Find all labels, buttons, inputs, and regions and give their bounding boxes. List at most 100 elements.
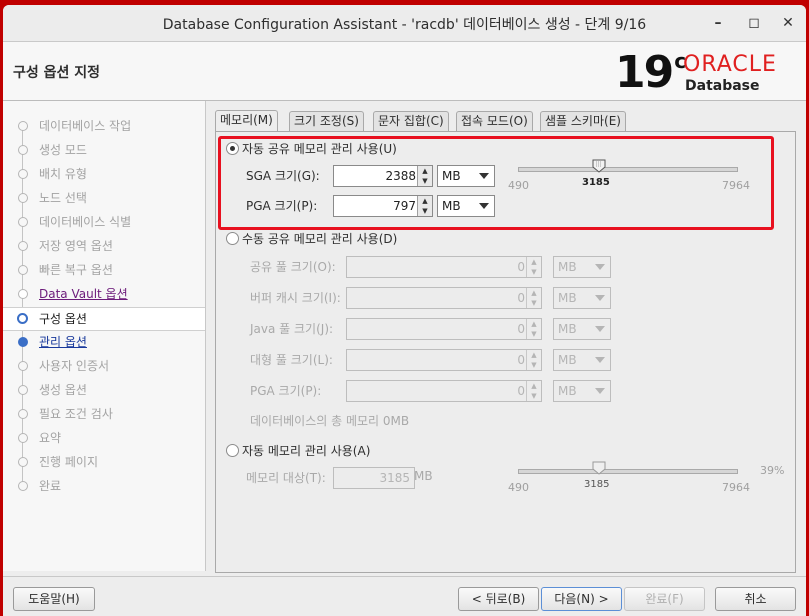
sidebar-step-label: 진행 페이지	[39, 455, 99, 469]
manual-shared-memory-label: 수동 공유 메모리 관리 사용(D)	[242, 232, 398, 246]
tab-label: 문자 집합(C)	[378, 114, 444, 128]
chevron-down-icon	[595, 264, 605, 270]
cancel-button[interactable]: 취소	[715, 587, 796, 611]
sidebar-step-label: 관리 옵션	[39, 335, 87, 349]
memory-percent-label: 39%	[760, 464, 785, 477]
sidebar-step-label: 생성 모드	[39, 143, 87, 157]
tab-sizing[interactable]: 크기 조정(S)	[289, 111, 364, 131]
tab-label: 메모리(M)	[220, 113, 273, 127]
auto-memory-radio[interactable]	[226, 444, 239, 457]
unit-value: MB	[558, 353, 577, 367]
chevron-down-icon	[595, 326, 605, 332]
minimize-icon[interactable]: –	[706, 11, 730, 35]
sidebar-step-label: 요약	[39, 431, 62, 445]
maximize-icon[interactable]: ◻	[742, 11, 766, 35]
sidebar-step: 요약	[3, 427, 205, 449]
sidebar-step[interactable]: 구성 옵션	[3, 307, 205, 331]
page-title: 구성 옵션 지정	[13, 65, 101, 81]
sidebar-step: 빠른 복구 옵션	[3, 259, 205, 281]
memory-target-value: 3185	[379, 471, 410, 485]
back-button[interactable]: < 뒤로(B)	[458, 587, 539, 611]
step-indicator-icon	[18, 433, 28, 443]
sidebar-step-label: 배치 유형	[39, 167, 87, 181]
manual-field-unit-select: MB	[553, 256, 611, 278]
manual-field-unit-select: MB	[553, 287, 611, 309]
tab-character-sets[interactable]: 문자 집합(C)	[373, 111, 449, 131]
sidebar-step: 사용자 인증서	[3, 355, 205, 377]
tab-sample-schemas[interactable]: 샘플 스키마(E)	[540, 111, 626, 131]
manual-field-label: PGA 크기(P):	[250, 384, 322, 398]
manual-shared-memory-radio[interactable]	[226, 232, 239, 245]
sidebar-step-label: 필요 조건 검사	[39, 407, 113, 421]
step-indicator-icon	[18, 409, 28, 419]
dbca-window: Database Configuration Assistant - 'racd…	[3, 5, 806, 616]
manual-field-unit-select: MB	[553, 349, 611, 371]
spinner-arrows-icon: ▲ ▼	[526, 381, 541, 401]
auto-memory-slider	[518, 461, 738, 491]
memory-target-field: 3185	[333, 467, 415, 489]
sidebar-step: 필요 조건 검사	[3, 403, 205, 425]
memory-target-unit: MB	[414, 469, 433, 483]
highlight-box	[218, 136, 774, 230]
unit-value: MB	[558, 322, 577, 336]
step-indicator-icon	[18, 385, 28, 395]
auto-memory-label: 자동 메모리 관리 사용(A)	[242, 444, 371, 458]
step-indicator-icon	[18, 481, 28, 491]
tab-memory[interactable]: 메모리(M)	[215, 110, 278, 132]
manual-field-unit-select: MB	[553, 380, 611, 402]
manual-field-label: 대형 풀 크기(L):	[250, 353, 333, 367]
sidebar-step: 데이터베이스 식별	[3, 211, 205, 233]
step-indicator-icon	[18, 241, 28, 251]
sidebar-step[interactable]: Data Vault 옵션	[3, 283, 205, 305]
chevron-down-icon	[595, 295, 605, 301]
sidebar-step: 생성 옵션	[3, 379, 205, 401]
sidebar-step[interactable]: 관리 옵션	[3, 331, 205, 353]
manual-field-spinner: 0 ▲ ▼	[346, 287, 542, 309]
sidebar-step-label: Data Vault 옵션	[39, 287, 128, 301]
unit-value: MB	[558, 260, 577, 274]
finish-button: 완료(F)	[624, 587, 705, 611]
sidebar-step-label: 노드 선택	[39, 191, 87, 205]
slider-max-label: 7964	[722, 481, 750, 494]
sidebar-step: 노드 선택	[3, 187, 205, 209]
manual-field-spinner: 0 ▲ ▼	[346, 318, 542, 340]
step-indicator-icon	[18, 337, 28, 347]
tab-label: 접속 모드(O)	[461, 114, 528, 128]
spinner-arrows-icon: ▲ ▼	[526, 319, 541, 339]
spinner-arrows-icon: ▲ ▼	[526, 257, 541, 277]
chevron-down-icon	[595, 388, 605, 394]
step-indicator-icon	[18, 121, 28, 131]
help-button[interactable]: 도움말(H)	[13, 587, 95, 611]
sidebar-step-label: 구성 옵션	[39, 312, 87, 326]
next-button[interactable]: 다음(N) >	[541, 587, 622, 611]
chevron-down-icon	[595, 357, 605, 363]
slider-track	[518, 469, 738, 474]
tab-label: 샘플 스키마(E)	[545, 114, 621, 128]
tab-label: 크기 조정(S)	[294, 114, 359, 128]
sidebar-step: 데이터베이스 작업	[3, 115, 205, 137]
steps-sidebar: 데이터베이스 작업생성 모드배치 유형노드 선택데이터베이스 식별저장 영역 옵…	[3, 101, 206, 571]
sidebar-step-label: 사용자 인증서	[39, 359, 110, 373]
oracle-product: Database	[685, 78, 760, 94]
sidebar-step-label: 생성 옵션	[39, 383, 87, 397]
step-indicator-icon	[17, 313, 28, 324]
manual-field-spinner: 0 ▲ ▼	[346, 380, 542, 402]
unit-value: MB	[558, 291, 577, 305]
manual-field-label: 공유 풀 크기(O):	[250, 260, 336, 274]
step-indicator-icon	[18, 361, 28, 371]
bottom-bar: 도움말(H) < 뒤로(B) 다음(N) > 완료(F) 취소	[3, 576, 806, 616]
slider-min-label: 490	[508, 481, 529, 494]
close-icon[interactable]: ✕	[776, 11, 800, 35]
sidebar-step-label: 저장 영역 옵션	[39, 239, 113, 253]
step-indicator-icon	[18, 193, 28, 203]
step-indicator-icon	[18, 265, 28, 275]
total-memory-label: 데이터베이스의 총 메모리 0MB	[250, 414, 410, 428]
sidebar-step-label: 빠른 복구 옵션	[39, 263, 113, 277]
sidebar-step: 저장 영역 옵션	[3, 235, 205, 257]
manual-field-value: 0	[517, 384, 525, 398]
manual-field-label: Java 풀 크기(J):	[250, 322, 334, 336]
tab-connection-mode[interactable]: 접속 모드(O)	[456, 111, 533, 131]
sidebar-step: 배치 유형	[3, 163, 205, 185]
sidebar-step-label: 데이터베이스 작업	[39, 119, 132, 133]
slider-thumb-icon	[592, 461, 606, 475]
